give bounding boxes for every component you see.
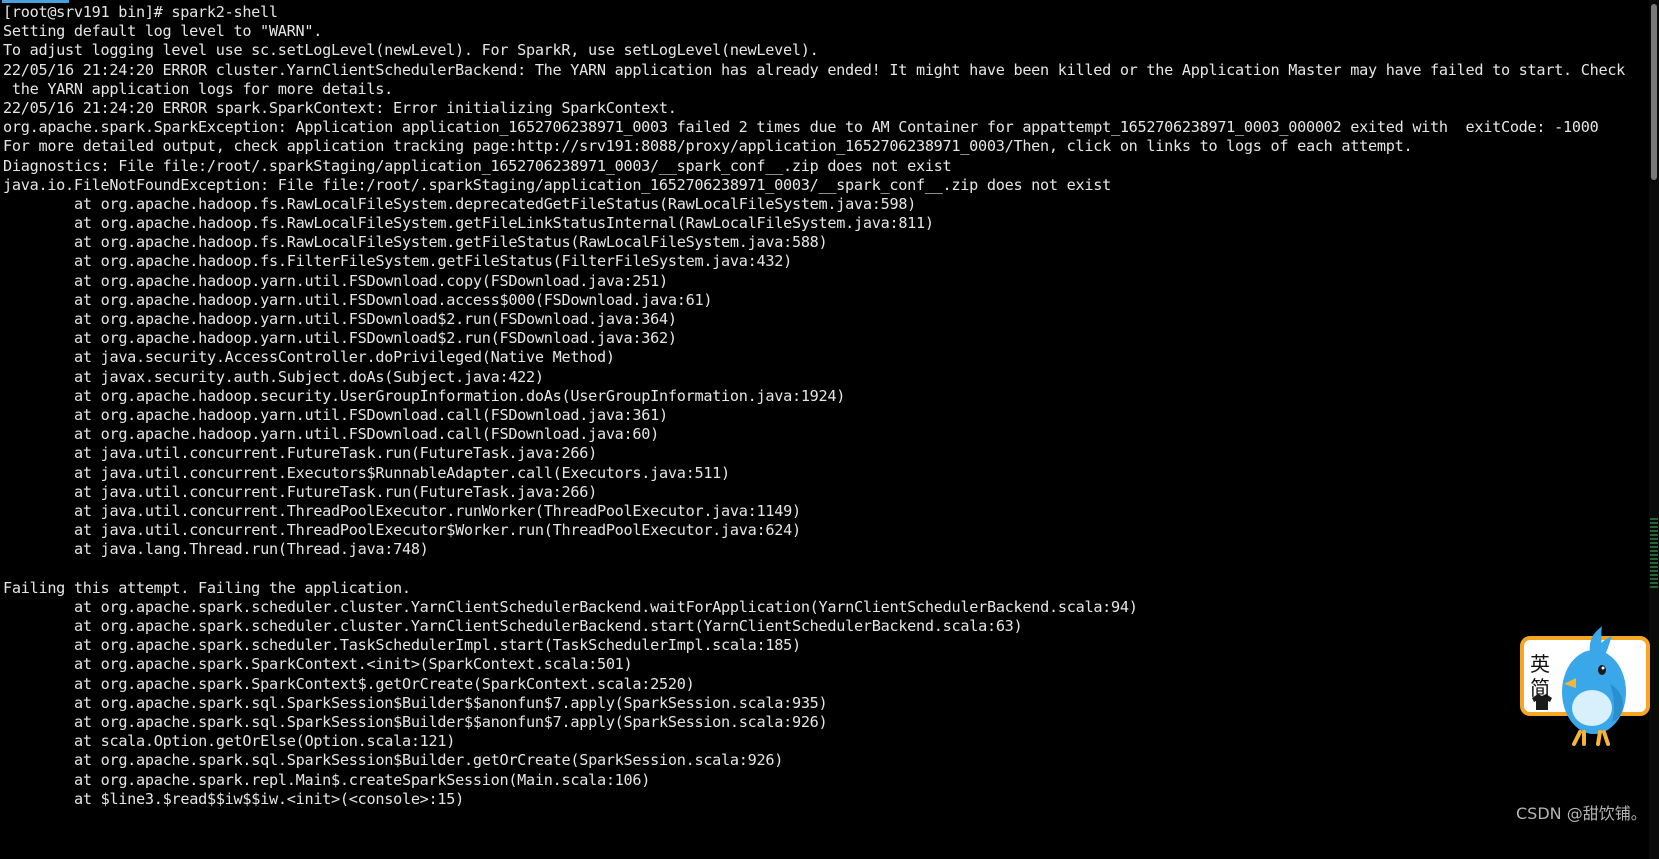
terminal-line: at java.util.concurrent.FutureTask.run(F… — [74, 482, 597, 501]
terminal-line: at org.apache.hadoop.yarn.util.FSDownloa… — [74, 271, 668, 290]
terminal-line: at java.util.concurrent.Executors$Runnab… — [74, 463, 730, 482]
terminal-line: at org.apache.hadoop.yarn.util.FSDownloa… — [74, 290, 713, 309]
terminal-line: at org.apache.spark.SparkContext$.getOrC… — [74, 674, 695, 693]
terminal-line: at org.apache.spark.repl.Main$.createSpa… — [74, 770, 651, 789]
sticker-char-simplified: 简 — [1530, 676, 1550, 700]
scrollbar-thumb[interactable] — [1651, 4, 1657, 180]
terminal-line: at org.apache.hadoop.fs.FilterFileSystem… — [74, 252, 792, 271]
ime-sticker[interactable]: 英 简 — [1518, 624, 1652, 760]
terminal-line: at org.apache.spark.sql.SparkSession$Bui… — [74, 693, 828, 712]
terminal-line: For more detailed output, check applicat… — [3, 137, 1413, 156]
terminal-line: at scala.Option.getOrElse(Option.scala:1… — [74, 732, 456, 751]
csdn-watermark: CSDN @甜饮铺。 — [1516, 804, 1647, 823]
terminal-line: at org.apache.spark.SparkContext.<init>(… — [74, 655, 633, 674]
terminal-line: Diagnostics: File file:/root/.sparkStagi… — [3, 156, 952, 175]
terminal-line: at java.util.concurrent.ThreadPoolExecut… — [74, 501, 801, 520]
terminal-line: java.io.FileNotFoundException: File file… — [3, 175, 1111, 194]
terminal-line: at org.apache.spark.scheduler.cluster.Ya… — [74, 597, 1138, 616]
terminal-line: Setting default log level to "WARN". — [3, 22, 323, 41]
terminal-line: at javax.security.auth.Subject.doAs(Subj… — [74, 367, 544, 386]
terminal-line: at org.apache.hadoop.yarn.util.FSDownloa… — [74, 310, 677, 328]
terminal-line: at org.apache.hadoop.yarn.util.FSDownloa… — [74, 425, 660, 444]
terminal-window[interactable]: [root@srv191 bin]# spark2-shell Setting d… — [0, 0, 1649, 859]
terminal-line: 22/05/16 21:24:20 ERROR cluster.YarnClie… — [3, 60, 1626, 79]
terminal-line: Failing this attempt. Failing the applic… — [3, 578, 411, 597]
terminal-line: at org.apache.hadoop.fs.RawLocalFileSyst… — [74, 233, 828, 252]
terminal-line: at java.lang.Thread.run(Thread.java:748) — [74, 540, 429, 559]
scrollbar-markers — [1650, 518, 1658, 588]
terminal-line: the YARN application logs for more detai… — [3, 79, 394, 98]
terminal-output: [root@srv191 bin]# spark2-shell Setting d… — [3, 3, 1649, 809]
terminal-line: at org.apache.hadoop.fs.RawLocalFileSyst… — [74, 214, 934, 233]
terminal-line: To adjust logging level use sc.setLogLev… — [3, 41, 819, 60]
terminal-line: at org.apache.spark.sql.SparkSession$Bui… — [74, 712, 828, 731]
terminal-line: at java.util.concurrent.ThreadPoolExecut… — [74, 521, 801, 540]
terminal-line: at java.util.concurrent.FutureTask.run(F… — [74, 444, 597, 463]
terminal-line: at org.apache.spark.sql.SparkSession$Bui… — [74, 751, 784, 770]
terminal-line: at org.apache.spark.scheduler.cluster.Ya… — [74, 617, 1023, 635]
terminal-line: at org.apache.hadoop.yarn.util.FSDownloa… — [74, 329, 677, 348]
terminal-line: 22/05/16 21:24:20 ERROR spark.SparkConte… — [3, 98, 677, 117]
terminal-line: at org.apache.hadoop.yarn.util.FSDownloa… — [74, 405, 668, 424]
terminal-line: [root@srv191 bin]# spark2-shell — [3, 3, 278, 21]
terminal-line: at org.apache.hadoop.fs.RawLocalFileSyst… — [74, 194, 917, 213]
terminal-line: at java.security.AccessController.doPriv… — [74, 348, 615, 367]
terminal-line: at org.apache.spark.scheduler.TaskSchedu… — [74, 636, 801, 655]
terminal-line: at $line3.$read$$iw$$iw.<init>(<console>… — [74, 789, 465, 808]
terminal-line: at org.apache.hadoop.security.UserGroupI… — [74, 386, 846, 405]
terminal-line: org.apache.spark.SparkException: Applica… — [3, 118, 1599, 137]
